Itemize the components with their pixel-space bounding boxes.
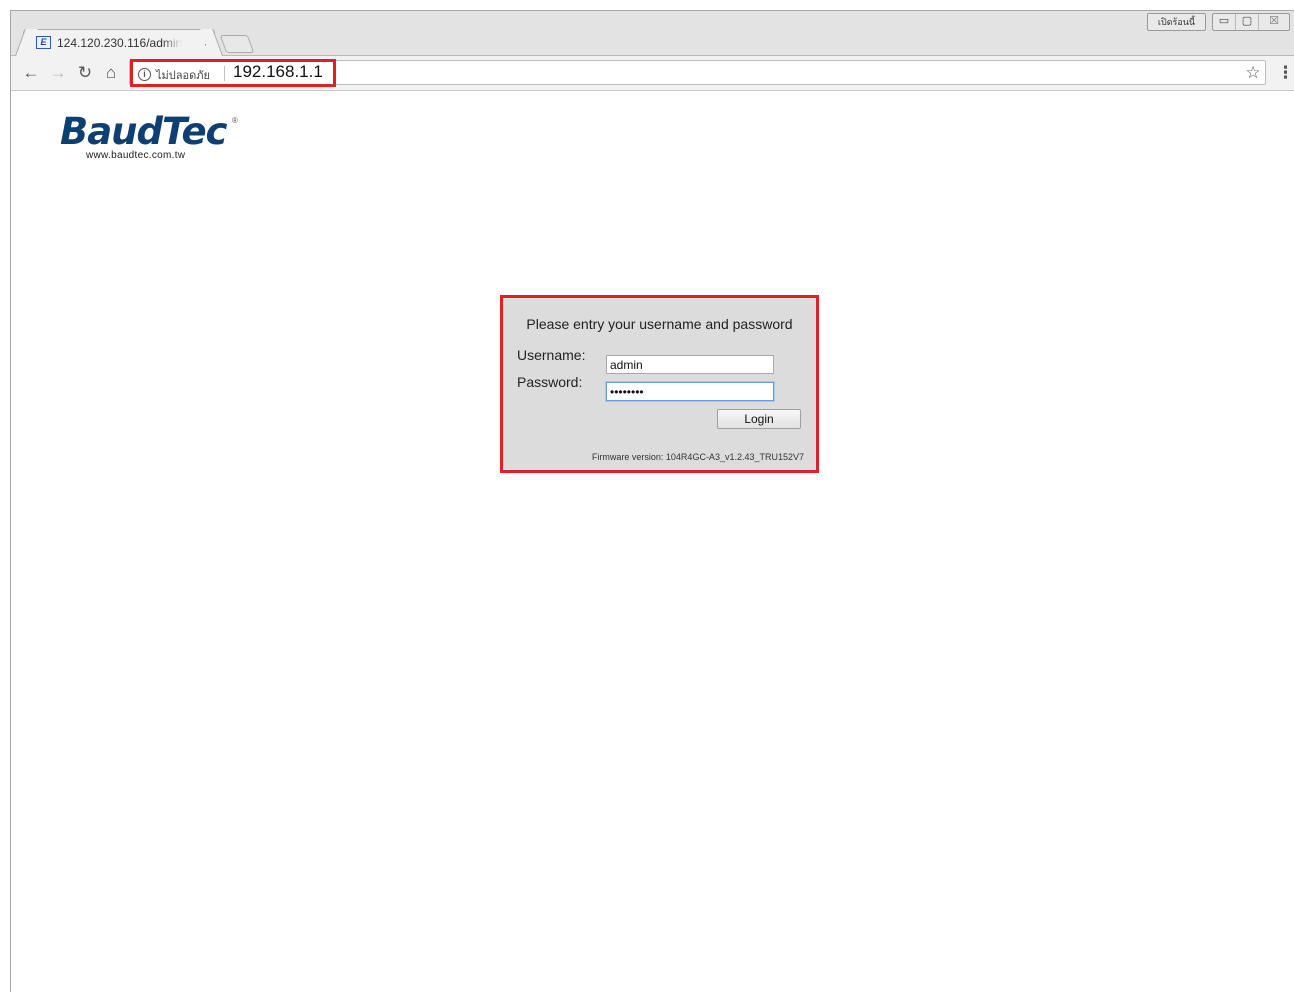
baudtec-logo: BaudTec ® www.baudtec.com.tw <box>60 112 245 172</box>
tab-strip: E 124.120.230.116/admin/l × เปิดร้อนนี้ … <box>11 11 1294 56</box>
window-user-button[interactable]: เปิดร้อนนี้ <box>1147 13 1206 31</box>
maximize-icon[interactable]: ▢ <box>1235 14 1258 30</box>
forward-icon[interactable]: → <box>47 62 69 84</box>
back-icon[interactable]: ← <box>20 62 42 84</box>
browser-toolbar: ← → ↻ ⌂ i ไม่ปลอดภัย 192.168.1.1 ☆ ⋮ <box>11 56 1294 91</box>
tab-title: 124.120.230.116/admin/l <box>57 36 182 50</box>
logo-brand: BaudTec <box>60 110 227 153</box>
logo-website: www.baudtec.com.tw <box>86 150 186 161</box>
browser-tab[interactable]: E 124.120.230.116/admin/l × <box>23 29 215 56</box>
url-highlight-box <box>130 59 336 87</box>
close-window-icon[interactable]: ☒ <box>1258 14 1289 30</box>
tab-close-icon[interactable]: × <box>201 34 215 50</box>
window-controls: เปิดร้อนนี้ ▭ ▢ ☒ <box>1147 13 1290 31</box>
minimize-icon[interactable]: ▭ <box>1213 14 1235 30</box>
window-buttons: ▭ ▢ ☒ <box>1212 13 1290 31</box>
star-icon[interactable]: ☆ <box>1243 63 1263 83</box>
browser-window: E 124.120.230.116/admin/l × เปิดร้อนนี้ … <box>10 10 1294 992</box>
logo-registered: ® <box>232 116 238 125</box>
favicon-icon: E <box>36 36 51 49</box>
login-highlight-box <box>500 295 819 473</box>
reload-icon[interactable]: ↻ <box>74 62 96 84</box>
menu-icon[interactable]: ⋮ <box>1277 63 1294 83</box>
new-tab-button[interactable] <box>219 35 255 53</box>
home-icon[interactable]: ⌂ <box>100 62 122 84</box>
